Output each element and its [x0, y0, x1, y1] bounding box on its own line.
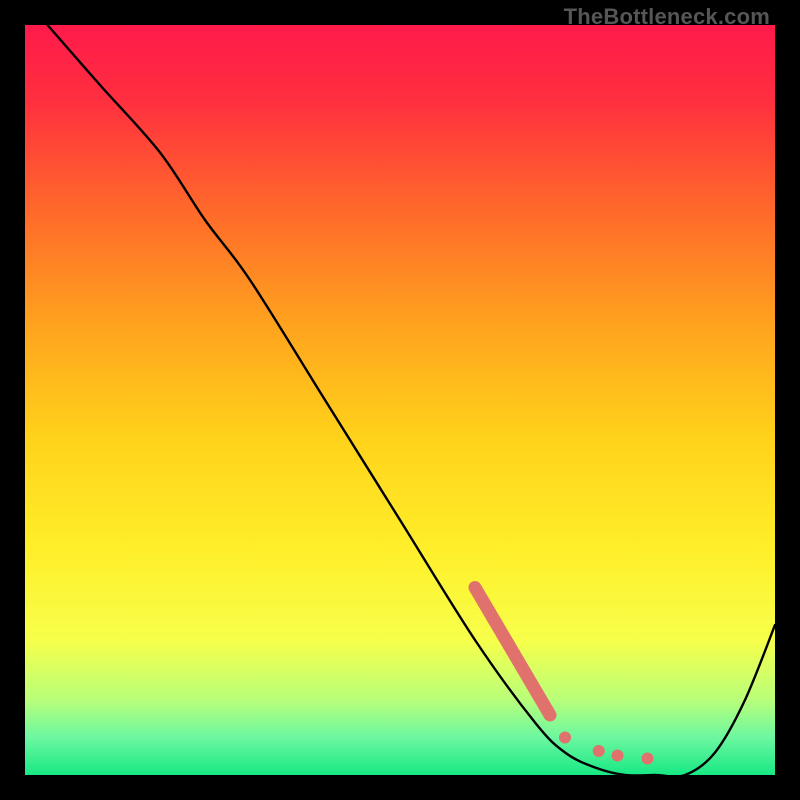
critical-point — [559, 732, 571, 744]
critical-point — [642, 753, 654, 765]
chart-frame — [25, 25, 775, 775]
gradient-background — [25, 25, 775, 775]
watermark-text: TheBottleneck.com — [564, 4, 770, 30]
critical-point — [612, 750, 624, 762]
critical-point — [593, 745, 605, 757]
bottleneck-chart — [25, 25, 775, 775]
